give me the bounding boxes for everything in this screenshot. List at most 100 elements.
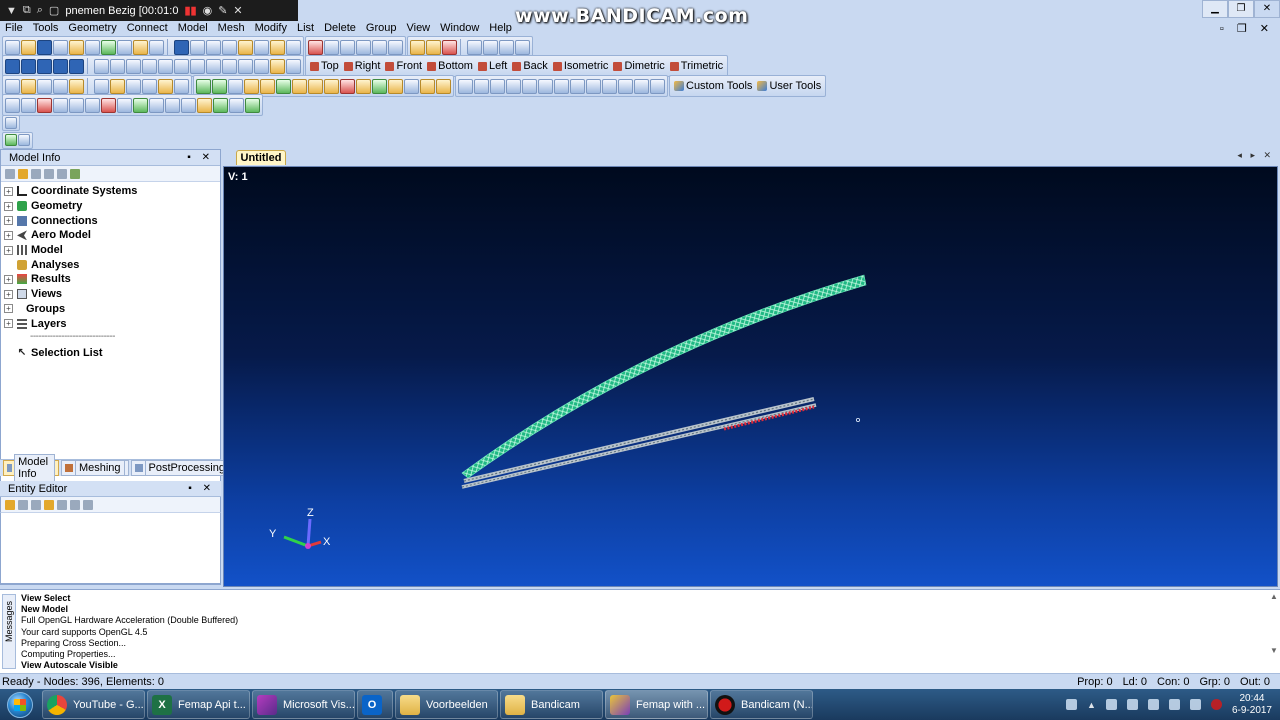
open-folder-icon[interactable] — [21, 39, 36, 55]
taskbar-item-folder-bandicam[interactable]: Bandicam — [500, 690, 603, 719]
rebuild-icon[interactable] — [149, 39, 164, 55]
stop-record-icon[interactable]: ▮▮ — [184, 4, 196, 17]
tree-item-analyses[interactable]: Analyses — [1, 257, 220, 272]
menu-help[interactable]: Help — [484, 20, 517, 37]
model-icon[interactable] — [5, 78, 20, 94]
group-icon[interactable] — [270, 39, 285, 55]
flag-icon[interactable] — [1126, 699, 1138, 710]
modify-break-icon[interactable] — [117, 97, 132, 113]
mesh-check-icon[interactable] — [260, 78, 275, 94]
mesh-delete-icon[interactable] — [340, 78, 355, 94]
magnify-icon[interactable] — [126, 58, 141, 74]
cancel-edit-icon[interactable] — [83, 499, 93, 510]
refresh-entity-icon[interactable] — [31, 499, 41, 510]
view-dimetric-button[interactable]: Dimetric — [611, 60, 666, 72]
taskbar-item-visual-studio[interactable]: Microsoft Vis... — [252, 690, 355, 719]
taskbar-item-chrome[interactable]: YouTube - G... — [42, 690, 145, 719]
point-icon[interactable] — [21, 78, 36, 94]
copy-icon[interactable] — [69, 39, 84, 55]
check-icon[interactable] — [5, 134, 17, 146]
taskbar-item-bandicam[interactable]: Bandicam (N... — [710, 690, 813, 719]
apply-icon[interactable] — [70, 499, 80, 510]
tree-item-groups[interactable]: + Groups — [1, 302, 220, 317]
menu-connect[interactable]: Connect — [122, 20, 173, 37]
modify-project-icon[interactable] — [69, 97, 84, 113]
collapse-icon[interactable] — [57, 168, 67, 179]
tab-untitled[interactable]: Untitled — [236, 150, 286, 165]
start-button[interactable] — [0, 689, 40, 720]
taskbar-item-outlook[interactable]: O — [357, 690, 393, 719]
maximize-icon[interactable]: ❐ — [1228, 0, 1254, 18]
align-top-icon[interactable] — [506, 78, 521, 94]
surface-icon[interactable] — [53, 78, 68, 94]
toggle-icon[interactable] — [5, 117, 17, 129]
menu-geometry[interactable]: Geometry — [63, 20, 121, 37]
modify-rotate-icon[interactable] — [21, 97, 36, 113]
search-icon[interactable]: ⌕ — [37, 4, 43, 17]
messages-scrollbar[interactable]: ▲ ▼ — [1268, 592, 1280, 672]
expand-toggle-icon[interactable]: + — [4, 230, 13, 240]
mesh-size-icon[interactable] — [212, 78, 227, 94]
mesh-icon[interactable] — [196, 78, 211, 94]
tree-item-results[interactable]: + Results — [1, 272, 220, 287]
align-middle-icon[interactable] — [522, 78, 537, 94]
autoscale-icon[interactable] — [142, 58, 157, 74]
regenerate-icon[interactable] — [270, 58, 285, 74]
new-file-icon[interactable] — [5, 39, 20, 55]
grid-icon[interactable] — [634, 78, 649, 94]
modify-scale-icon[interactable] — [37, 97, 52, 113]
mesh-smooth-icon[interactable] — [324, 78, 339, 94]
tree-refresh-icon[interactable] — [31, 168, 41, 179]
menu-modify[interactable]: Modify — [250, 20, 292, 37]
expand-toggle-icon[interactable]: + — [4, 304, 13, 314]
view-top-button[interactable]: Top — [308, 60, 341, 72]
redraw-icon[interactable] — [254, 58, 269, 74]
center-icon[interactable] — [206, 58, 221, 74]
mdi-window-controls[interactable]: ▫ ❐ ✕ — [1220, 22, 1274, 35]
select-icon[interactable] — [190, 39, 205, 55]
close-icon[interactable]: ✕ — [233, 4, 242, 17]
pin-close-icon[interactable]: ▪ ✕ — [187, 152, 214, 163]
chevron-down-icon[interactable]: ▼ — [6, 5, 17, 17]
bandicam-tray-icon[interactable] — [1210, 699, 1222, 710]
solid-icon[interactable] — [69, 78, 84, 94]
tab-postprocessing[interactable]: PostProcessing — [130, 460, 233, 476]
rotate-icon[interactable] — [5, 58, 20, 74]
down-arrow-icon[interactable] — [69, 58, 84, 74]
view-left-button[interactable]: Left — [476, 60, 509, 72]
paint-icon[interactable] — [70, 168, 80, 179]
modify-move-icon[interactable] — [5, 97, 20, 113]
mesh-control-icon[interactable] — [276, 78, 291, 94]
monitor-icon[interactable] — [1147, 699, 1159, 710]
modify-fillet-icon[interactable] — [149, 97, 164, 113]
pick-query-icon[interactable] — [324, 39, 339, 55]
expand-toggle-icon[interactable]: + — [4, 319, 13, 329]
view-right-button[interactable]: Right — [342, 60, 383, 72]
modify-align-icon[interactable] — [53, 97, 68, 113]
view-bottom-button[interactable]: Bottom — [425, 60, 475, 72]
align-left-icon[interactable] — [458, 78, 473, 94]
expand-toggle-icon[interactable]: + — [4, 216, 13, 226]
tree-item-connections[interactable]: + Connections — [1, 213, 220, 228]
pick-box-icon[interactable] — [340, 39, 355, 55]
pencil-icon[interactable]: ✎ — [218, 4, 227, 17]
save-icon[interactable] — [37, 39, 52, 55]
modify-trim-icon[interactable] — [101, 97, 116, 113]
tab-model-info[interactable]: Model Info — [3, 454, 59, 482]
menu-file[interactable]: File — [0, 20, 28, 37]
menu-view[interactable]: View — [401, 20, 435, 37]
snap-icon[interactable] — [254, 39, 269, 55]
redo-icon[interactable] — [117, 39, 132, 55]
view-back-button[interactable]: Back — [510, 60, 549, 72]
network-icon[interactable] — [1168, 699, 1180, 710]
load-icon[interactable] — [158, 78, 173, 94]
shrink-icon[interactable] — [442, 39, 457, 55]
region-zoom-icon[interactable] — [190, 58, 205, 74]
layout-icon[interactable] — [650, 78, 665, 94]
expand-toggle-icon[interactable]: + — [4, 186, 13, 196]
taskbar-item-excel[interactable]: X Femap Api t... — [147, 690, 250, 719]
tree-item-geometry[interactable]: + Geometry — [1, 199, 220, 214]
close-window-icon[interactable]: ✕ — [1254, 0, 1280, 18]
pick-icon[interactable] — [308, 39, 323, 55]
property-icon[interactable] — [142, 78, 157, 94]
